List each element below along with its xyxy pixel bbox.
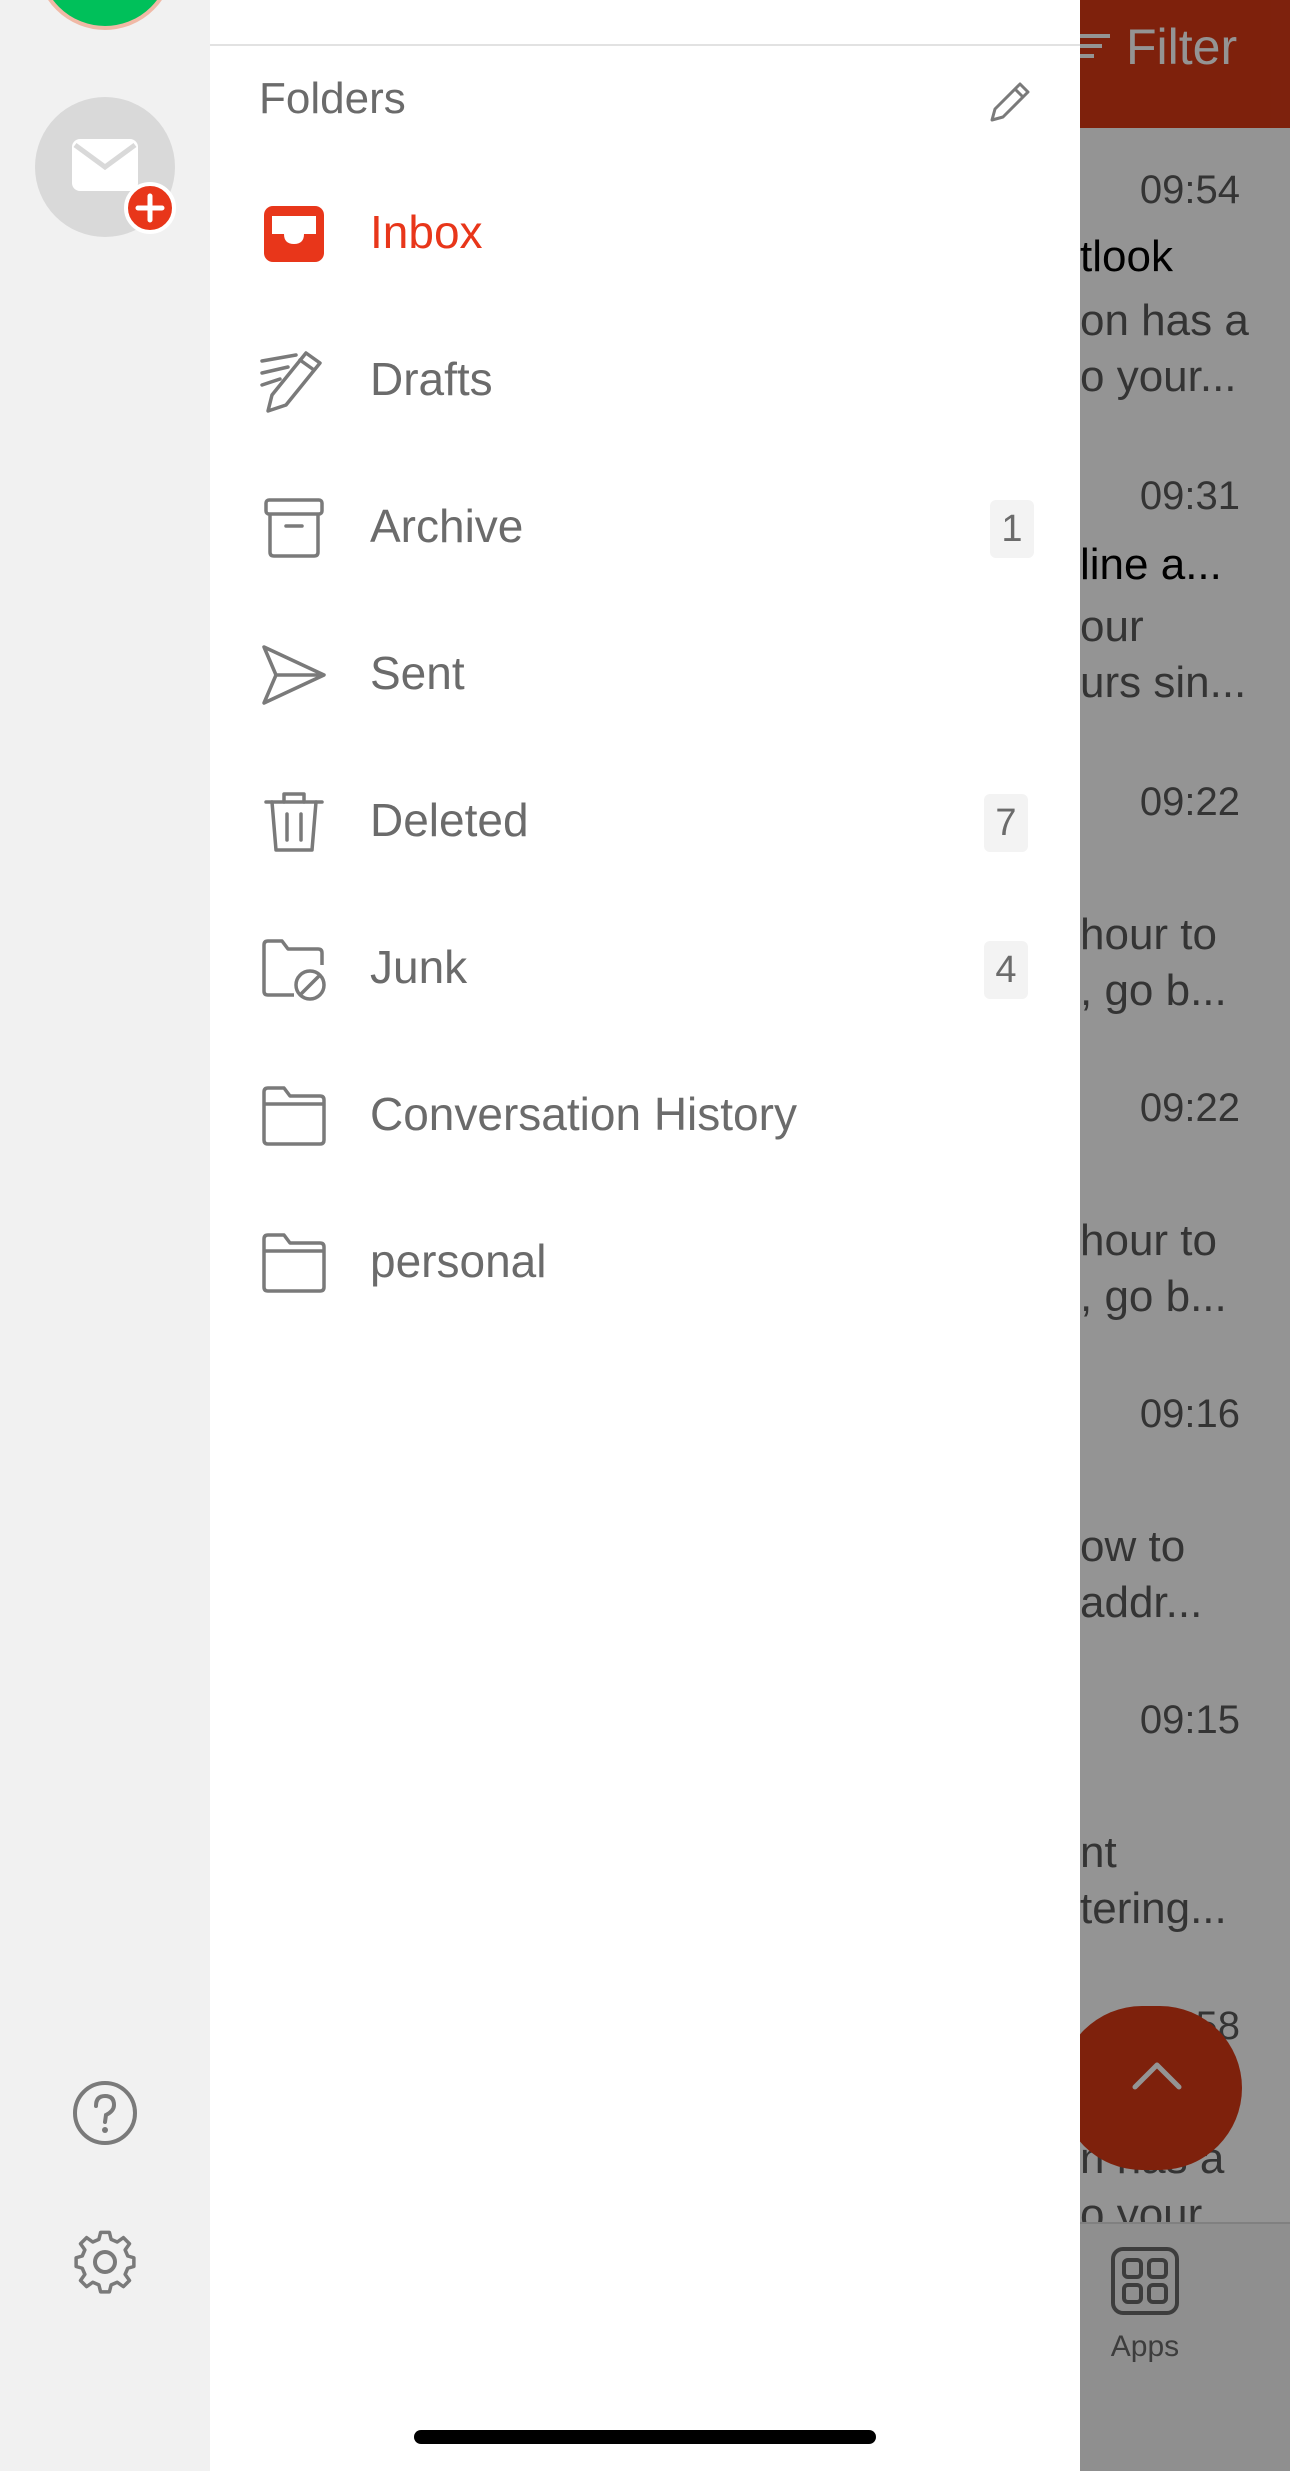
folder-icon — [262, 1086, 326, 1146]
folder-label: Archive — [370, 500, 524, 552]
folder-label: Junk — [370, 941, 468, 993]
home-indicator[interactable] — [414, 2430, 876, 2444]
plus-icon — [124, 182, 176, 234]
drawer-title: Folders — [259, 74, 406, 123]
folder-item-archive[interactable]: Archive 1 — [210, 454, 1080, 601]
folder-item-junk[interactable]: Junk 4 — [210, 895, 1080, 1042]
folder-blocked-icon — [262, 939, 326, 1001]
folder-item-sent[interactable]: Sent — [210, 601, 1080, 748]
folder-icon — [262, 1233, 326, 1293]
divider — [210, 44, 1080, 46]
folder-label: Inbox — [370, 206, 483, 258]
folder-item-deleted[interactable]: Deleted 7 — [210, 748, 1080, 895]
account-rail — [0, 0, 210, 2471]
add-account-button[interactable] — [35, 97, 176, 237]
folder-item-conversation-history[interactable]: Conversation History — [210, 1042, 1080, 1189]
inbox-icon — [264, 206, 324, 262]
help-icon — [73, 2081, 137, 2145]
account-avatar[interactable] — [36, 0, 174, 30]
folder-label: Sent — [370, 647, 465, 699]
unread-count-badge: 1 — [990, 500, 1034, 558]
gear-icon — [74, 2230, 136, 2294]
folder-label: Conversation History — [370, 1088, 797, 1140]
mail-icon — [72, 139, 138, 191]
trash-icon — [264, 792, 324, 852]
unread-count-badge: 7 — [984, 794, 1028, 852]
folder-item-inbox[interactable]: Inbox — [210, 160, 1080, 307]
folder-item-personal[interactable]: personal — [210, 1189, 1080, 1336]
folders-drawer: Folders Inbox Drafts Archive 1 Sent Dele… — [210, 0, 1080, 2471]
edit-folders-button[interactable] — [986, 78, 1034, 126]
help-button[interactable] — [70, 2078, 140, 2148]
pencil-icon — [990, 82, 1030, 122]
settings-button[interactable] — [70, 2228, 140, 2298]
pencil-lines-icon — [260, 351, 322, 413]
folder-label: Drafts — [370, 353, 493, 405]
paper-plane-icon — [262, 645, 326, 705]
folder-label: personal — [370, 1235, 547, 1287]
unread-count-badge: 4 — [984, 941, 1028, 999]
folder-label: Deleted — [370, 794, 529, 846]
folder-item-drafts[interactable]: Drafts — [210, 307, 1080, 454]
archive-box-icon — [264, 498, 324, 558]
dim-overlay[interactable] — [1080, 0, 1290, 2471]
